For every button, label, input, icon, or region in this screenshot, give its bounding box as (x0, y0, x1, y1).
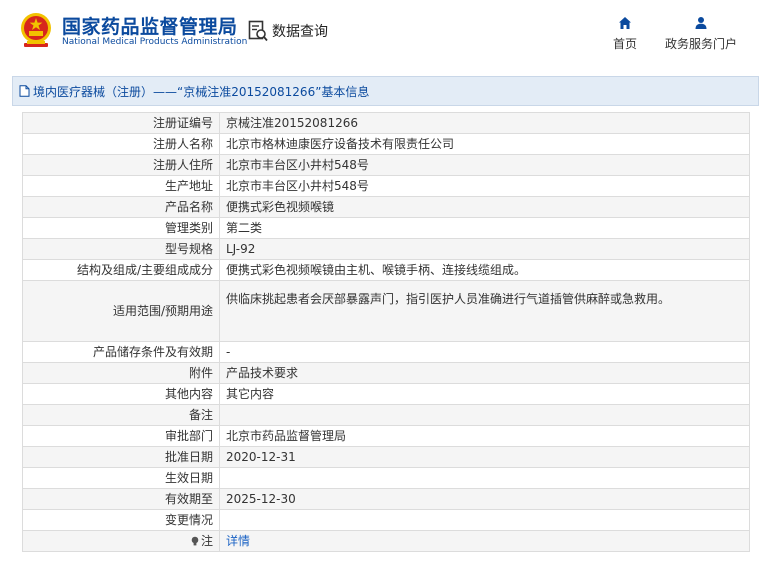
row-value (219, 467, 750, 489)
brand-title-en: National Medical Products Administration (62, 37, 248, 47)
row-value: 便携式彩色视频喉镜由主机、喉镜手柄、连接线缆组成。 (219, 259, 750, 281)
row-label: 管理类别 (22, 217, 220, 239)
device-info-table: 注册证编号 京械注准20152081266 注册人名称 北京市格林迪康医疗设备技… (22, 112, 750, 552)
row-label: 变更情况 (22, 509, 220, 531)
table-row: 结构及组成/主要组成成分 便携式彩色视频喉镜由主机、喉镜手柄、连接线缆组成。 (22, 259, 750, 281)
table-row: 附件 产品技术要求 (22, 362, 750, 384)
row-label: 其他内容 (22, 383, 220, 405)
row-value: 其它内容 (219, 383, 750, 405)
row-value: 便携式彩色视频喉镜 (219, 196, 750, 218)
section-title: 境内医疗器械（注册）——“京械注准20152081266”基本信息 (33, 84, 370, 99)
nav-home[interactable]: 首页 (604, 16, 646, 52)
nav-services-label: 政务服务门户 (664, 37, 737, 51)
row-value: 第二类 (219, 217, 750, 239)
table-row: 型号规格 LJ-92 (22, 238, 750, 260)
row-value: 详情 (219, 530, 750, 552)
row-value: 北京市格林迪康医疗设备技术有限责任公司 (219, 133, 750, 155)
row-value: 2020-12-31 (219, 446, 750, 468)
row-label-note: 注 (22, 530, 220, 552)
row-label: 产品名称 (22, 196, 220, 218)
table-row: 适用范围/预期用途 供临床挑起患者会厌部暴露声门，指引医护人员准确进行气道插管供… (22, 280, 750, 342)
user-icon (695, 17, 707, 29)
document-icon (19, 85, 30, 97)
national-emblem-icon (21, 13, 51, 47)
row-label: 审批部门 (22, 425, 220, 447)
row-value (219, 509, 750, 531)
data-query-link[interactable]: 数据查询 (248, 19, 328, 43)
table-row: 备注 (22, 404, 750, 426)
row-value: 北京市药品监督管理局 (219, 425, 750, 447)
table-row: 注 详情 (22, 530, 750, 552)
data-query-icon (248, 20, 268, 42)
row-label: 生产地址 (22, 175, 220, 197)
row-label: 有效期至 (22, 488, 220, 510)
table-row: 批准日期 2020-12-31 (22, 446, 750, 468)
lightbulb-icon (191, 536, 199, 546)
row-label: 型号规格 (22, 238, 220, 260)
row-label: 注册人名称 (22, 133, 220, 155)
table-row: 注册人名称 北京市格林迪康医疗设备技术有限责任公司 (22, 133, 750, 155)
table-row: 注册证编号 京械注准20152081266 (22, 112, 750, 134)
section-title-bar: 境内医疗器械（注册）——“京械注准20152081266”基本信息 (12, 76, 759, 106)
table-row: 注册人住所 北京市丰台区小井村548号 (22, 154, 750, 176)
table-row: 变更情况 (22, 509, 750, 531)
row-label: 附件 (22, 362, 220, 384)
table-row: 审批部门 北京市药品监督管理局 (22, 425, 750, 447)
row-label: 批准日期 (22, 446, 220, 468)
table-row: 生产地址 北京市丰台区小井村548号 (22, 175, 750, 197)
brand-title-cn: 国家药品监督管理局 (62, 16, 238, 38)
row-label: 注册证编号 (22, 112, 220, 134)
row-value: 北京市丰台区小井村548号 (219, 175, 750, 197)
row-label: 生效日期 (22, 467, 220, 489)
row-value: 供临床挑起患者会厌部暴露声门，指引医护人员准确进行气道插管供麻醉或急救用。 (219, 280, 750, 342)
table-row: 有效期至 2025-12-30 (22, 488, 750, 510)
row-value (219, 404, 750, 426)
nav-home-label: 首页 (612, 37, 637, 51)
table-row: 产品储存条件及有效期 - (22, 341, 750, 363)
note-label: 注 (200, 534, 213, 548)
row-value: - (219, 341, 750, 363)
row-value: 京械注准20152081266 (219, 112, 750, 134)
row-label: 产品储存条件及有效期 (22, 341, 220, 363)
row-value: 北京市丰台区小井村548号 (219, 154, 750, 176)
details-link[interactable]: 详情 (226, 534, 250, 548)
row-value: 2025-12-30 (219, 488, 750, 510)
row-value: 产品技术要求 (219, 362, 750, 384)
nav-services-portal[interactable]: 政务服务门户 (660, 16, 742, 52)
site-header: 国家药品监督管理局 National Medical Products Admi… (0, 0, 759, 62)
table-row: 生效日期 (22, 467, 750, 489)
row-label: 备注 (22, 404, 220, 426)
home-icon (619, 17, 631, 29)
table-row: 产品名称 便携式彩色视频喉镜 (22, 196, 750, 218)
row-label: 注册人住所 (22, 154, 220, 176)
row-label: 结构及组成/主要组成成分 (22, 259, 220, 281)
table-row: 管理类别 第二类 (22, 217, 750, 239)
table-row: 其他内容 其它内容 (22, 383, 750, 405)
row-value: LJ-92 (219, 238, 750, 260)
data-query-label: 数据查询 (272, 24, 328, 40)
row-label: 适用范围/预期用途 (22, 280, 220, 342)
